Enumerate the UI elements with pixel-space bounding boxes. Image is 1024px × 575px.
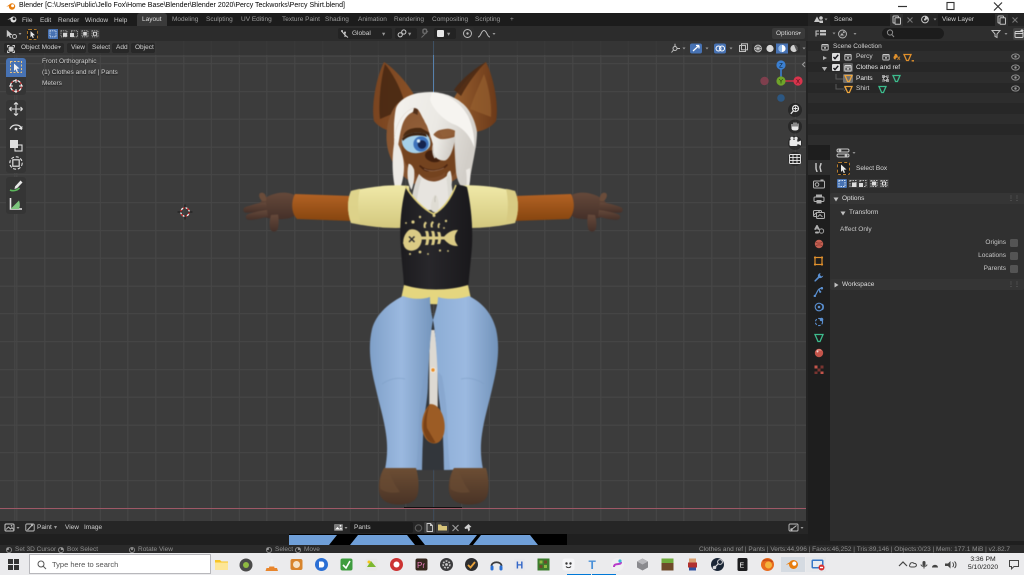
svg-text:Pr: Pr — [417, 561, 425, 570]
svg-text:Z: Z — [779, 64, 783, 70]
svg-text:Y: Y — [779, 80, 783, 86]
svg-text:H: H — [516, 561, 523, 572]
svg-text:E: E — [740, 563, 745, 570]
svg-text:T: T — [589, 558, 597, 572]
svg-text:X: X — [796, 80, 800, 86]
